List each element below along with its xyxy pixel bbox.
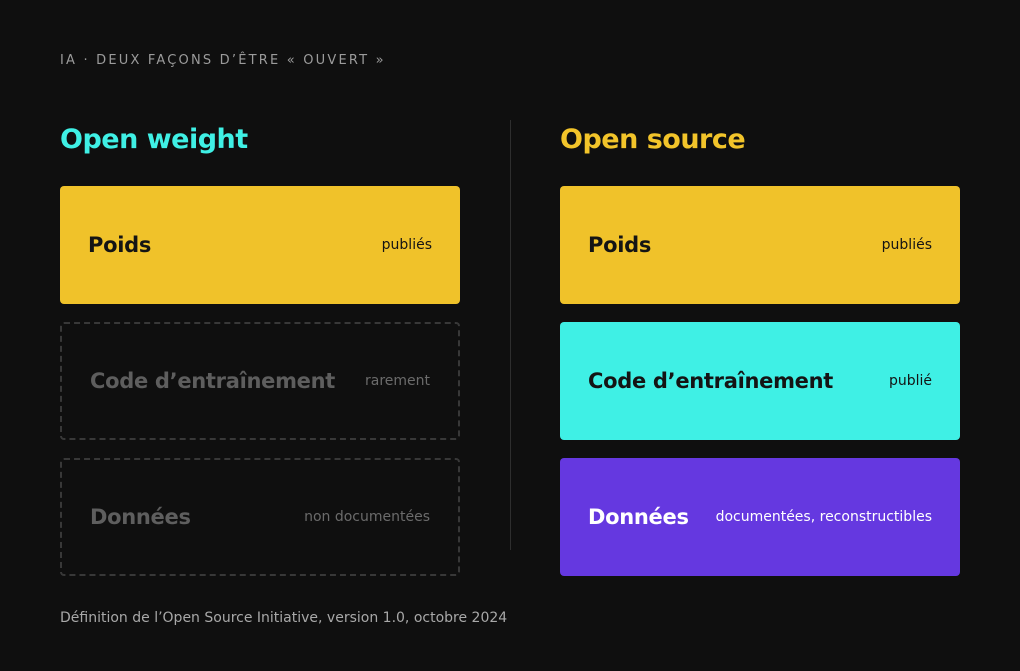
eyebrow-label: IA · DEUX FAÇONS D’ÊTRE « OUVERT »	[60, 53, 386, 68]
open-source-training-code-card: Code d’entraînement publié	[560, 322, 960, 440]
card-status: non documentées	[304, 509, 430, 525]
open-weight-training-code-card: Code d’entraînement rarement	[60, 322, 460, 440]
column-divider	[510, 120, 511, 550]
card-status: publiés	[381, 237, 432, 253]
card-label: Poids	[88, 233, 152, 257]
card-status: publiés	[881, 237, 932, 253]
card-status: documentées, reconstructibles	[715, 509, 932, 525]
open-weight-title: Open weight	[60, 124, 248, 155]
open-source-weights-card: Poids publiés	[560, 186, 960, 304]
open-weight-column: Open weight Poids publiés Code d’entraîn…	[60, 120, 460, 594]
open-source-title: Open source	[560, 124, 746, 155]
open-weight-weights-card: Poids publiés	[60, 186, 460, 304]
open-weight-cards: Poids publiés Code d’entraînement rareme…	[60, 186, 460, 576]
card-label: Données	[90, 505, 191, 529]
card-label: Code d’entraînement	[588, 369, 833, 393]
open-source-data-card: Données documentées, reconstructibles	[560, 458, 960, 576]
card-label: Code d’entraînement	[90, 369, 335, 393]
open-weight-data-card: Données non documentées	[60, 458, 460, 576]
card-status: publié	[888, 373, 932, 389]
open-source-cards: Poids publiés Code d’entraînement publié…	[560, 186, 960, 576]
open-source-column: Open source Poids publiés Code d’entraîn…	[560, 120, 960, 594]
card-label: Poids	[588, 233, 652, 257]
source-footnote: Définition de l’Open Source Initiative, …	[60, 610, 508, 626]
card-status: rarement	[364, 373, 430, 389]
card-label: Données	[588, 505, 689, 529]
